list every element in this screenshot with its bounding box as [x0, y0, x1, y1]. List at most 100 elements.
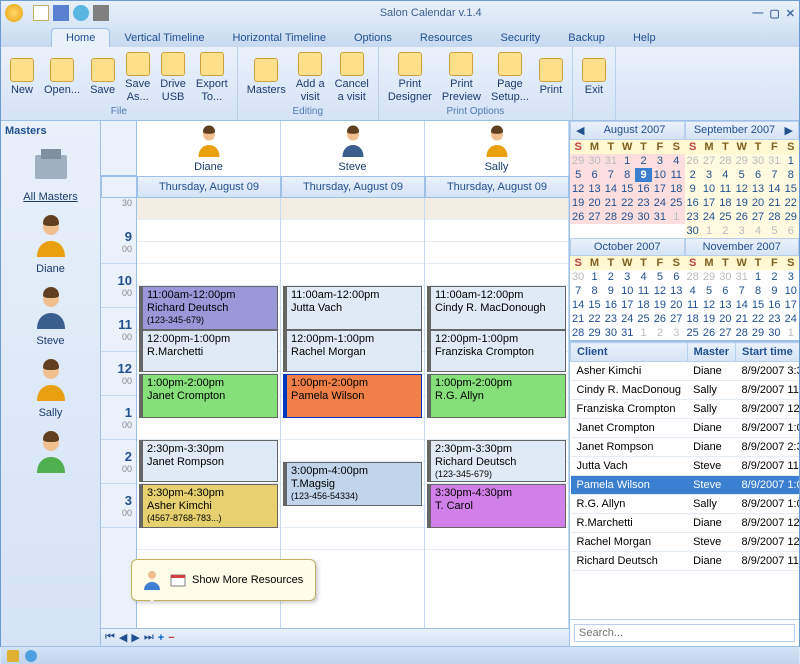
open-button[interactable]: Open... — [39, 49, 85, 106]
calendar-day[interactable]: 1 — [750, 270, 766, 284]
mini-calendar[interactable]: September 2007▶SMTWTFS262728293031123456… — [685, 121, 800, 238]
appointment[interactable]: 3:30pm-4:30pmAsher Kimchi(4567-8768-783.… — [139, 484, 278, 528]
tab-vertical-timeline[interactable]: Vertical Timeline — [110, 29, 218, 47]
calendar-day[interactable]: 22 — [783, 196, 799, 210]
time-cell[interactable] — [281, 528, 424, 550]
calendar-day[interactable]: 7 — [734, 284, 750, 298]
sidebar-item-steve[interactable]: Steve — [5, 285, 96, 347]
calendar-day[interactable]: 6 — [717, 284, 733, 298]
sidebar-item-all-masters[interactable]: All Masters — [5, 141, 96, 203]
calendar-day[interactable]: 30 — [586, 154, 602, 168]
time-cell[interactable] — [137, 528, 280, 550]
mini-calendar[interactable]: October 2007SMTWTFS301234567891011121314… — [570, 238, 685, 340]
appointment[interactable]: 11:00am-12:00pmRichard Deutsch(123-345-6… — [139, 286, 278, 330]
calendar-day[interactable]: 4 — [668, 154, 684, 168]
close-button[interactable]: ✕ — [786, 7, 795, 20]
table-row[interactable]: Rachel MorganSteve8/9/2007 12:0 — [571, 533, 800, 552]
mini-calendar[interactable]: ◀August 2007SMTWTFS293031123456789101112… — [570, 121, 685, 238]
appointment[interactable]: 12:00pm-1:00pmR.Marchetti — [139, 330, 278, 372]
next-month-icon[interactable]: ▶ — [782, 124, 796, 137]
calendar-day[interactable]: 24 — [783, 312, 799, 326]
nav-prev-icon[interactable]: ◀ — [119, 631, 127, 644]
calendar-day[interactable]: 25 — [635, 312, 651, 326]
column-header-sally[interactable]: Sally — [425, 121, 569, 176]
calendar-day[interactable]: 19 — [734, 196, 750, 210]
cancel-visit-button[interactable]: Cancel a visit — [330, 49, 374, 106]
time-cell[interactable] — [425, 264, 568, 286]
table-row[interactable]: Janet CromptonDiane8/9/2007 1:00 — [571, 419, 800, 438]
calendar-day[interactable]: 29 — [619, 210, 635, 224]
save-as-button[interactable]: Save As... — [120, 49, 155, 106]
nav-next-icon[interactable]: ▶ — [131, 631, 139, 644]
calendar-day[interactable]: 2 — [635, 154, 651, 168]
calendar-day[interactable]: 25 — [668, 196, 684, 210]
table-row[interactable]: R.MarchettiDiane8/9/2007 12:0 — [571, 514, 800, 533]
calendar-day[interactable]: 20 — [750, 196, 766, 210]
calendar-day[interactable]: 18 — [668, 182, 684, 196]
table-row[interactable]: Jutta VachSteve8/9/2007 11:0 — [571, 457, 800, 476]
calendar-day[interactable]: 17 — [701, 196, 717, 210]
calendar-day[interactable]: 30 — [635, 210, 651, 224]
calendar-day[interactable]: 15 — [783, 182, 799, 196]
calendar-day[interactable]: 3 — [783, 270, 799, 284]
minimize-button[interactable]: — — [752, 7, 763, 20]
calendar-day[interactable]: 15 — [619, 182, 635, 196]
calendar-day[interactable]: 29 — [734, 154, 750, 168]
schedule-column[interactable]: 11:00am-12:00pmCindy R. MacDonough12:00p… — [425, 198, 569, 628]
calendar-day[interactable]: 6 — [668, 270, 684, 284]
calendar-day[interactable]: 26 — [685, 154, 701, 168]
calendar-day[interactable]: 30 — [766, 326, 782, 340]
calendar-day[interactable]: 15 — [586, 298, 602, 312]
calendar-day[interactable]: 22 — [619, 196, 635, 210]
calendar-day[interactable]: 28 — [685, 270, 701, 284]
time-cell[interactable] — [425, 198, 568, 220]
calendar-day[interactable]: 1 — [701, 224, 717, 238]
drive-usb-button[interactable]: Drive USB — [155, 49, 191, 106]
calendar-day[interactable]: 31 — [766, 154, 782, 168]
print-button[interactable]: Print — [534, 49, 568, 106]
calendar-day[interactable]: 3 — [668, 326, 684, 340]
nav-last-icon[interactable]: ⏭ — [144, 631, 154, 644]
calendar-day[interactable]: 10 — [701, 182, 717, 196]
calendar-day[interactable]: 19 — [570, 196, 586, 210]
appointment[interactable]: 12:00pm-1:00pmRachel Morgan — [283, 330, 422, 372]
calendar-day[interactable]: 23 — [603, 312, 619, 326]
date-header[interactable]: Thursday, August 09 — [281, 176, 425, 198]
calendar-day[interactable]: 1 — [635, 326, 651, 340]
calendar-day[interactable]: 26 — [734, 210, 750, 224]
calendar-day[interactable]: 18 — [717, 196, 733, 210]
calendar-day[interactable]: 20 — [586, 196, 602, 210]
table-row[interactable]: Janet RompsonDiane8/9/2007 2:30 — [571, 438, 800, 457]
calendar-day[interactable]: 30 — [603, 326, 619, 340]
calendar-day[interactable]: 28 — [734, 326, 750, 340]
calendar-day[interactable]: 2 — [766, 270, 782, 284]
calendar-day[interactable]: 7 — [766, 168, 782, 182]
calendar-day[interactable]: 14 — [603, 182, 619, 196]
calendar-day[interactable]: 4 — [717, 168, 733, 182]
appointment[interactable]: 1:00pm-2:00pmPamela Wilson — [283, 374, 422, 418]
calendar-day[interactable]: 3 — [652, 154, 668, 168]
calendar-day[interactable]: 29 — [586, 326, 602, 340]
calendar-day[interactable]: 24 — [652, 196, 668, 210]
calendar-day[interactable]: 16 — [685, 196, 701, 210]
calendar-day[interactable]: 9 — [603, 284, 619, 298]
calendar-day[interactable]: 5 — [701, 284, 717, 298]
calendar-day[interactable]: 17 — [619, 298, 635, 312]
calendar-day[interactable]: 27 — [750, 210, 766, 224]
calendar-day[interactable]: 3 — [701, 168, 717, 182]
calendar-day[interactable]: 2 — [603, 270, 619, 284]
calendar-day[interactable]: 31 — [619, 326, 635, 340]
search-input[interactable] — [574, 624, 795, 642]
calendar-day[interactable]: 19 — [701, 312, 717, 326]
tab-home[interactable]: Home — [51, 28, 110, 47]
calendar-day[interactable]: 5 — [766, 224, 782, 238]
calendar-day[interactable]: 9 — [685, 182, 701, 196]
calendar-day[interactable]: 26 — [652, 312, 668, 326]
calendar-day[interactable]: 20 — [668, 298, 684, 312]
calendar-day[interactable]: 22 — [750, 312, 766, 326]
calendar-day[interactable]: 4 — [685, 284, 701, 298]
calendar-day[interactable]: 16 — [766, 298, 782, 312]
calendar-day[interactable]: 29 — [783, 210, 799, 224]
calendar-day[interactable]: 29 — [570, 154, 586, 168]
calendar-day[interactable]: 1 — [619, 154, 635, 168]
